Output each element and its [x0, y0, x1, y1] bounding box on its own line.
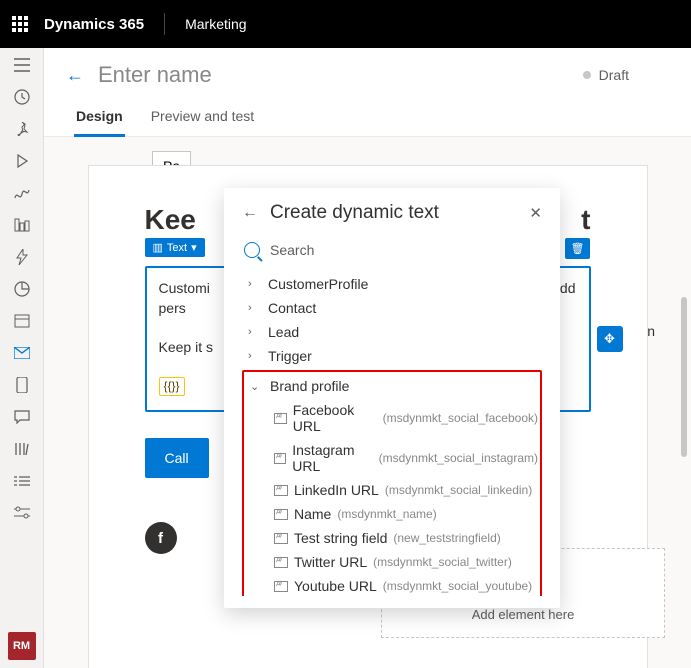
text-block-pill[interactable]: ▥ Text ▾: [145, 238, 205, 257]
play-icon[interactable]: [13, 152, 31, 170]
leaf-tech: (msdynmkt_social_instagram): [379, 451, 538, 465]
move-handle-icon[interactable]: ✥: [597, 326, 623, 352]
tree-node-contact[interactable]: ›Contact: [242, 296, 542, 320]
app-launcher-icon[interactable]: [12, 16, 28, 32]
facebook-icon[interactable]: f: [145, 522, 177, 554]
para2-a: Keep it s: [159, 339, 213, 355]
tree-node-brandprofile[interactable]: ⌄Brand profile: [244, 374, 540, 398]
tree-leaf-linkedin[interactable]: LinkedIn URL (msdynmkt_social_linkedin): [244, 478, 540, 502]
heading-part-b: t: [581, 204, 590, 236]
forms-icon[interactable]: [13, 472, 31, 490]
push-icon[interactable]: [13, 376, 31, 394]
tree-leaf-teststring[interactable]: Test string field (new_teststringfield): [244, 526, 540, 550]
tree-node-customerprofile[interactable]: ›CustomerProfile: [242, 272, 542, 296]
field-icon: [274, 533, 288, 544]
divider: [164, 13, 165, 35]
field-icon: [274, 509, 288, 520]
personalization-token[interactable]: {{}}: [159, 377, 185, 396]
pill-label: Text: [167, 242, 187, 254]
module-name: Marketing: [185, 16, 246, 32]
main-area: ← Enter name Draft Design Preview and te…: [44, 48, 691, 668]
leaf-tech: (msdynmkt_name): [337, 507, 436, 521]
search-placeholder: Search: [270, 242, 314, 258]
flyout-back-icon[interactable]: ←: [242, 204, 258, 222]
tab-preview[interactable]: Preview and test: [149, 98, 257, 136]
email-icon[interactable]: [13, 344, 31, 362]
topbar: Dynamics 365 Marketing: [0, 0, 691, 48]
pin-icon[interactable]: [13, 120, 31, 138]
dynamic-text-flyout: ← Create dynamic text ✕ Search ›Customer…: [224, 188, 560, 608]
leaf-label: Test string field: [294, 530, 387, 546]
library-icon[interactable]: [13, 440, 31, 458]
field-icon: [274, 413, 287, 424]
left-nav-rail: RM: [0, 48, 44, 668]
analytics-icon[interactable]: [13, 280, 31, 298]
segments-icon[interactable]: [13, 216, 31, 234]
leaf-tech: (new_teststringfield): [393, 531, 500, 545]
tree-leaf-name[interactable]: Name (msdynmkt_name): [244, 502, 540, 526]
tabs: Design Preview and test: [44, 98, 691, 137]
attribute-tree: ›CustomerProfile ›Contact ›Lead ›Trigger…: [242, 272, 542, 596]
avatar[interactable]: RM: [8, 632, 36, 660]
leaf-tech: (msdynmkt_social_facebook): [383, 411, 538, 425]
consent-icon[interactable]: [13, 312, 31, 330]
leaf-label: Youtube URL: [294, 578, 377, 594]
search-icon: [244, 242, 260, 258]
cta-button[interactable]: Call: [145, 438, 209, 478]
tree-label: Lead: [268, 324, 299, 340]
leaf-label: Instagram URL: [292, 442, 372, 474]
status-text: Draft: [599, 67, 629, 83]
para1-a: Customi: [159, 280, 210, 296]
leaf-tech: (msdynmkt_social_twitter): [373, 555, 512, 569]
tree-label: CustomerProfile: [268, 276, 368, 292]
tree-leaf-youtube[interactable]: Youtube URL (msdynmkt_social_youtube): [244, 574, 540, 596]
tab-design[interactable]: Design: [74, 98, 125, 136]
brand-name[interactable]: Dynamics 365: [44, 16, 144, 33]
status-dot-icon: [583, 71, 591, 79]
recent-icon[interactable]: [13, 88, 31, 106]
tree-node-trigger[interactable]: ›Trigger: [242, 344, 542, 368]
flyout-title: Create dynamic text: [270, 202, 517, 224]
add-element-label: Add element here: [472, 607, 575, 622]
menu-icon[interactable]: [13, 56, 31, 74]
field-icon: [274, 485, 288, 496]
delete-pill-icon[interactable]: 🗑: [565, 238, 591, 259]
settings-icon[interactable]: [13, 504, 31, 522]
field-icon: [274, 581, 288, 592]
triggers-icon[interactable]: [13, 248, 31, 266]
leaf-tech: (msdynmkt_social_linkedin): [385, 483, 532, 497]
tree-label: Contact: [268, 300, 316, 316]
field-icon: [274, 557, 288, 568]
status-badge: Draft: [583, 67, 629, 83]
tree-label: Trigger: [268, 348, 312, 364]
tree-label: Brand profile: [270, 378, 349, 394]
leaf-tech: (msdynmkt_social_youtube): [383, 579, 532, 593]
journey-icon[interactable]: [13, 184, 31, 202]
sms-icon[interactable]: [13, 408, 31, 426]
leaf-label: LinkedIn URL: [294, 482, 379, 498]
flyout-search[interactable]: Search: [242, 236, 542, 272]
tree-leaf-instagram[interactable]: Instagram URL (msdynmkt_social_instagram…: [244, 438, 540, 478]
field-icon: [274, 453, 286, 464]
leaf-label: Name: [294, 506, 331, 522]
flyout-close-icon[interactable]: ✕: [529, 204, 542, 222]
page-header: ← Enter name Draft: [44, 48, 691, 98]
tree-leaf-facebook[interactable]: Facebook URL (msdynmkt_social_facebook): [244, 398, 540, 438]
leaf-label: Twitter URL: [294, 554, 367, 570]
heading-part-a: Kee: [145, 204, 196, 235]
tree-node-lead[interactable]: ›Lead: [242, 320, 542, 344]
leaf-label: Facebook URL: [293, 402, 377, 434]
selection-toolbar: ▥ Text ▾ 🔗 ⚞ 🗑: [145, 238, 205, 257]
canvas-scrollbar[interactable]: [681, 297, 687, 457]
back-arrow-icon[interactable]: ←: [66, 65, 84, 86]
page-title[interactable]: Enter name: [98, 62, 569, 88]
tree-leaf-twitter[interactable]: Twitter URL (msdynmkt_social_twitter): [244, 550, 540, 574]
brand-profile-highlight: ⌄Brand profile Facebook URL (msdynmkt_so…: [242, 370, 542, 596]
